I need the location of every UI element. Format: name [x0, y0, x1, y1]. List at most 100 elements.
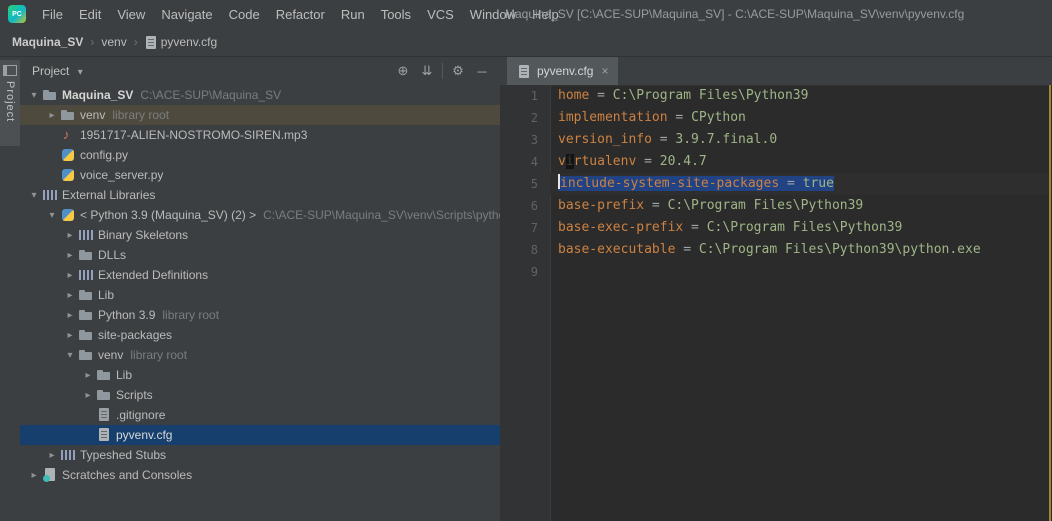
- project-view-dropdown[interactable]: Project ▾: [32, 64, 83, 78]
- scrollbar-stripe[interactable]: [1049, 85, 1051, 521]
- menu-refactor[interactable]: Refactor: [268, 7, 333, 22]
- tree-row-venv[interactable]: ▸ venv library root: [20, 105, 500, 125]
- tree-row-typeshed-stubs[interactable]: ▸ Typeshed Stubs: [20, 445, 500, 465]
- chevron-down-icon[interactable]: ▾: [44, 210, 60, 221]
- menu-navigate[interactable]: Navigate: [153, 7, 220, 22]
- tree-row-lib[interactable]: ▸ Lib: [20, 285, 500, 305]
- folder-icon: [42, 87, 58, 103]
- line-text: implementation = CPython: [550, 107, 1052, 129]
- token-key: base-prefix: [558, 198, 645, 213]
- editor-line-8[interactable]: 8 base-executable = C:\Program Files\Pyth…: [500, 239, 1052, 261]
- chevron-right-icon[interactable]: ▸: [62, 290, 78, 301]
- close-icon[interactable]: ×: [601, 64, 608, 78]
- menu-vcs[interactable]: VCS: [419, 7, 462, 22]
- tree-row-1951717-alien-nostromo-siren-mp3[interactable]: 1951717-ALIEN-NOSTROMO-SIREN.mp3: [20, 125, 500, 145]
- token-val: CPython: [691, 110, 746, 125]
- tree-row-scratches-and-consoles[interactable]: ▸ Scratches and Consoles: [20, 465, 500, 485]
- editor-line-4[interactable]: 4 virtualenv = 20.4.7: [500, 151, 1052, 173]
- tree-row-python-3-9-maquina-sv-2[interactable]: ▾ < Python 3.9 (Maquina_SV) (2) > C:\ACE-S…: [20, 205, 500, 225]
- editor-line-6[interactable]: 6 base-prefix = C:\Program Files\Python39: [500, 195, 1052, 217]
- tree-row-scripts[interactable]: ▸ Scripts: [20, 385, 500, 405]
- tree-label: site-packages: [98, 328, 173, 342]
- tree-row-site-packages[interactable]: ▸ site-packages: [20, 325, 500, 345]
- line-text: virtualenv = 20.4.7: [550, 151, 1052, 173]
- chevron-right-icon[interactable]: ▸: [26, 470, 42, 481]
- token-eq: =: [675, 242, 699, 257]
- line-text: [550, 261, 1052, 283]
- library-icon: [78, 267, 94, 283]
- token-eq: =: [636, 154, 660, 169]
- chevron-down-icon[interactable]: ▾: [26, 190, 42, 201]
- project-stripe-label: Project: [4, 81, 16, 123]
- chevron-right-icon[interactable]: ▸: [62, 250, 78, 261]
- chevron-right-icon[interactable]: ▸: [80, 370, 96, 381]
- tree-row-voice-server-py[interactable]: voice_server.py: [20, 165, 500, 185]
- menu-file[interactable]: File: [34, 7, 71, 22]
- token-val: 20.4.7: [659, 154, 707, 169]
- tree-row-python-3-9[interactable]: ▸ Python 3.9 library root: [20, 305, 500, 325]
- chevron-right-icon[interactable]: ▸: [62, 330, 78, 341]
- tree-row-config-py[interactable]: config.py: [20, 145, 500, 165]
- navigation-bar: Maquina_SV › venv › pyvenv.cfg: [0, 28, 1052, 57]
- tree-row-dlls[interactable]: ▸ DLLs: [20, 245, 500, 265]
- editor-line-2[interactable]: 2 implementation = CPython: [500, 107, 1052, 129]
- chevron-down-icon: ▾: [77, 67, 83, 78]
- breadcrumb-project[interactable]: Maquina_SV: [10, 35, 85, 49]
- menu-tools[interactable]: Tools: [373, 7, 419, 22]
- tree-row-lib[interactable]: ▸ Lib: [20, 365, 500, 385]
- tab-pyvenv-cfg[interactable]: pyvenv.cfg ×: [507, 57, 618, 85]
- editor-line-5[interactable]: 5 include-system-site-packages = true: [500, 173, 1052, 195]
- breadcrumb-folder[interactable]: venv: [99, 35, 128, 49]
- folder-icon: [60, 107, 76, 123]
- token-val: C:\Program Files\Python39\python.exe: [698, 242, 981, 257]
- tree-row-external-libraries[interactable]: ▾ External Libraries: [20, 185, 500, 205]
- tree-row-venv[interactable]: ▾ venv library root: [20, 345, 500, 365]
- breadcrumb-file[interactable]: pyvenv.cfg: [159, 35, 219, 49]
- chevron-right-icon[interactable]: ▸: [80, 390, 96, 401]
- tree-row-extended-definitions[interactable]: ▸ Extended Definitions: [20, 265, 500, 285]
- chevron-right-icon[interactable]: ▸: [44, 110, 60, 121]
- menu-run[interactable]: Run: [333, 7, 373, 22]
- editor-area[interactable]: pyvenv.cfg × 1 home = C:\Program Files\Py…: [500, 57, 1052, 521]
- gear-icon[interactable]: ⚙: [446, 63, 470, 79]
- token-key: include-system-site-packages: [560, 176, 780, 191]
- chevron-down-icon[interactable]: ▾: [62, 350, 78, 361]
- tree-row-maquina-sv[interactable]: ▾ Maquina_SV C:\ACE-SUP\Maquina_SV: [20, 85, 500, 105]
- collapse-all-icon[interactable]: ⇊: [415, 63, 439, 79]
- locate-file-icon[interactable]: ⊕: [391, 63, 415, 79]
- editor-line-3[interactable]: 3 version_info = 3.9.7.final.0: [500, 129, 1052, 151]
- line-text: base-executable = C:\Program Files\Pytho…: [550, 239, 1052, 261]
- token-eq: =: [779, 176, 803, 191]
- left-tool-stripe: Project: [0, 57, 21, 521]
- hide-panel-icon[interactable]: ─: [470, 64, 494, 79]
- toolbar-divider: [442, 63, 443, 79]
- chevron-right-icon[interactable]: ▸: [62, 310, 78, 321]
- scratches-icon: [42, 467, 58, 483]
- menu-view[interactable]: View: [109, 7, 153, 22]
- menu-edit[interactable]: Edit: [71, 7, 109, 22]
- tree-label: Python 3.9: [98, 308, 156, 322]
- project-tool-window: Project ▾ ⊕ ⇊ ⚙ ─ ▾ Maquina_SV C:\ACE-SUP\…: [20, 57, 500, 521]
- tree-hint: library root: [162, 308, 220, 322]
- tree-row-pyvenv-cfg[interactable]: pyvenv.cfg: [20, 425, 500, 445]
- chevron-right-icon[interactable]: ▸: [62, 270, 78, 281]
- tree-label: .gitignore: [116, 408, 166, 422]
- editor-line-9[interactable]: 9: [500, 261, 1052, 283]
- tree-row-binary-skeletons[interactable]: ▸ Binary Skeletons: [20, 225, 500, 245]
- chevron-right-icon[interactable]: ▸: [62, 230, 78, 241]
- chevron-right-icon[interactable]: ▸: [44, 450, 60, 461]
- tree-label: config.py: [80, 148, 129, 162]
- tree-label: Extended Definitions: [98, 268, 209, 282]
- file-icon: [516, 64, 531, 79]
- menu-code[interactable]: Code: [221, 7, 268, 22]
- editor-line-7[interactable]: 7 base-exec-prefix = C:\Program Files\Pyt…: [500, 217, 1052, 239]
- tree-label: Scripts: [116, 388, 153, 402]
- editor-line-1[interactable]: 1 home = C:\Program Files\Python39: [500, 85, 1052, 107]
- tree-label: venv: [80, 108, 106, 122]
- line-number: 7: [530, 221, 538, 235]
- chevron-down-icon[interactable]: ▾: [26, 90, 42, 101]
- breadcrumb-separator-icon: ›: [90, 35, 95, 49]
- project-stripe-button[interactable]: Project: [0, 60, 20, 146]
- tree-row-gitignore[interactable]: .gitignore: [20, 405, 500, 425]
- code-editor[interactable]: 1 home = C:\Program Files\Python39 2 implem…: [500, 85, 1052, 521]
